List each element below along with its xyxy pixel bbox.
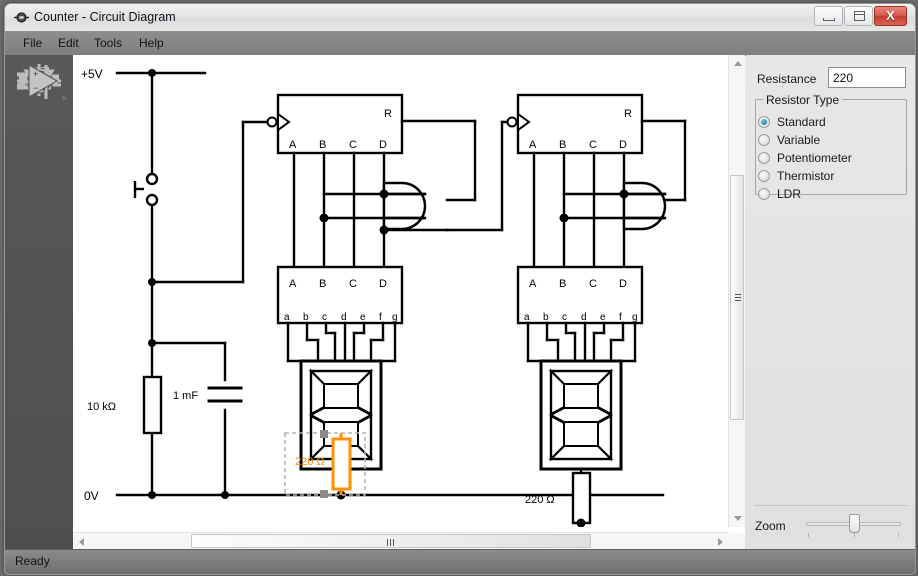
- svg-text:B: B: [319, 278, 326, 290]
- svg-text:e: e: [600, 312, 606, 323]
- svg-text:e: e: [360, 312, 366, 323]
- svg-text:d: d: [581, 312, 587, 323]
- horizontal-scroll-thumb[interactable]: [191, 534, 591, 548]
- label-pullup-resistor: 10 kΩ: [87, 401, 116, 413]
- opamp-tool[interactable]: + −: [5, 55, 73, 106]
- maximize-icon: [854, 11, 865, 21]
- tool-palette: + −: [5, 55, 74, 550]
- radio-standard-icon[interactable]: [758, 116, 770, 128]
- svg-text:C: C: [589, 278, 597, 290]
- window-title: Counter - Circuit Diagram: [34, 10, 176, 24]
- zoom-label: Zoom: [755, 519, 786, 533]
- radio-label-variable: Variable: [777, 133, 821, 147]
- svg-text:A: A: [289, 139, 297, 151]
- minimize-button[interactable]: [814, 6, 843, 26]
- circuit-app-icon: [14, 12, 29, 23]
- scroll-grip-icon: [735, 293, 741, 302]
- minimize-icon: [823, 18, 835, 21]
- svg-text:A: A: [289, 278, 297, 290]
- svg-text:B: B: [319, 139, 326, 151]
- radio-potentiometer-icon[interactable]: [758, 152, 770, 164]
- resistance-label: Resistance: [757, 72, 817, 86]
- menu-tools[interactable]: Tools: [86, 31, 130, 55]
- svg-text:g: g: [392, 312, 398, 323]
- label-resistor-selected: 220 Ω: [295, 456, 325, 468]
- svg-text:B: B: [559, 278, 566, 290]
- selection-handle: [320, 430, 328, 438]
- menu-bar: File Edit Tools Help: [5, 31, 915, 56]
- svg-text:D: D: [619, 278, 627, 290]
- scroll-right-icon[interactable]: [718, 538, 723, 546]
- close-icon: X: [886, 8, 895, 23]
- svg-text:A: A: [529, 139, 537, 151]
- resistance-input[interactable]: [828, 67, 906, 88]
- zoom-tick: [898, 533, 899, 537]
- svg-text:D: D: [379, 139, 387, 151]
- svg-text:b: b: [543, 312, 549, 323]
- title-bar: Counter - Circuit Diagram X: [5, 4, 915, 32]
- svg-text:a: a: [284, 312, 290, 323]
- svg-text:C: C: [349, 278, 357, 290]
- maximize-button[interactable]: [844, 6, 873, 26]
- vertical-scroll-thumb[interactable]: [730, 175, 744, 420]
- svg-text:b: b: [303, 312, 309, 323]
- svg-text:C: C: [589, 139, 597, 151]
- scroll-up-icon[interactable]: [734, 61, 742, 66]
- status-text: Ready: [15, 554, 50, 568]
- svg-text:R: R: [624, 108, 632, 120]
- svg-text:A: A: [529, 278, 537, 290]
- radio-variable-icon[interactable]: [758, 134, 770, 146]
- svg-text:a: a: [524, 312, 530, 323]
- opamp-icon: + −: [17, 63, 59, 99]
- label-capacitor: 1 mF: [173, 390, 198, 402]
- canvas-horizontal-scrollbar[interactable]: [73, 532, 729, 550]
- svg-text:c: c: [322, 312, 327, 323]
- svg-text:f: f: [379, 312, 382, 323]
- resistor-220-ohm-second: [571, 471, 592, 525]
- svg-text:D: D: [379, 278, 387, 290]
- radio-thermistor-icon[interactable]: [758, 170, 770, 182]
- menu-file[interactable]: File: [15, 31, 50, 55]
- svg-text:D: D: [619, 139, 627, 151]
- radio-label-ldr: LDR: [777, 187, 802, 201]
- label-resistor-second: 220 Ω: [525, 494, 555, 506]
- radio-label-standard: Standard: [777, 115, 826, 129]
- menu-edit[interactable]: Edit: [50, 31, 87, 55]
- svg-text:C: C: [349, 139, 357, 151]
- svg-text:−: −: [33, 83, 38, 93]
- svg-text:c: c: [562, 312, 567, 323]
- zoom-tick: [854, 533, 855, 537]
- properties-panel: Resistance Resistor Type Standard Variab…: [746, 55, 915, 550]
- zoom-tick: [808, 533, 809, 537]
- svg-text:B: B: [559, 139, 566, 151]
- canvas-vertical-scrollbar[interactable]: [728, 55, 745, 527]
- svg-text:f: f: [619, 312, 622, 323]
- svg-text:d: d: [341, 312, 347, 323]
- menu-help[interactable]: Help: [131, 31, 172, 55]
- scroll-grip-icon: [387, 539, 395, 546]
- circuit-canvas[interactable]: +5V 0V 10 kΩ 1 mF 220 Ω 220 Ω A B C D R …: [73, 55, 729, 527]
- svg-text:g: g: [632, 312, 638, 323]
- svg-text:+: +: [33, 69, 38, 79]
- radio-label-potentiometer: Potentiometer: [777, 151, 852, 165]
- app-window: Counter - Circuit Diagram X File Edit To…: [4, 3, 916, 575]
- scrollbar-corner: [729, 533, 745, 550]
- canvas-area: +5V 0V 10 kΩ 1 mF 220 Ω 220 Ω A B C D R …: [73, 55, 745, 550]
- radio-label-thermistor: Thermistor: [777, 169, 835, 183]
- radio-ldr-icon[interactable]: [758, 188, 770, 200]
- scroll-down-icon[interactable]: [734, 516, 742, 521]
- label-rail-0v: 0V: [84, 489, 99, 503]
- push-button-switch: [133, 172, 159, 207]
- status-bar: Ready: [5, 549, 915, 574]
- selection-handle: [320, 490, 328, 498]
- zoom-slider-thumb[interactable]: [849, 514, 860, 533]
- resistor-type-legend: Resistor Type: [763, 93, 843, 107]
- scroll-left-icon[interactable]: [79, 538, 84, 546]
- close-button[interactable]: X: [874, 6, 907, 26]
- svg-text:R: R: [384, 108, 392, 120]
- panel-divider: [754, 505, 907, 506]
- label-rail-5v: +5V: [81, 67, 103, 81]
